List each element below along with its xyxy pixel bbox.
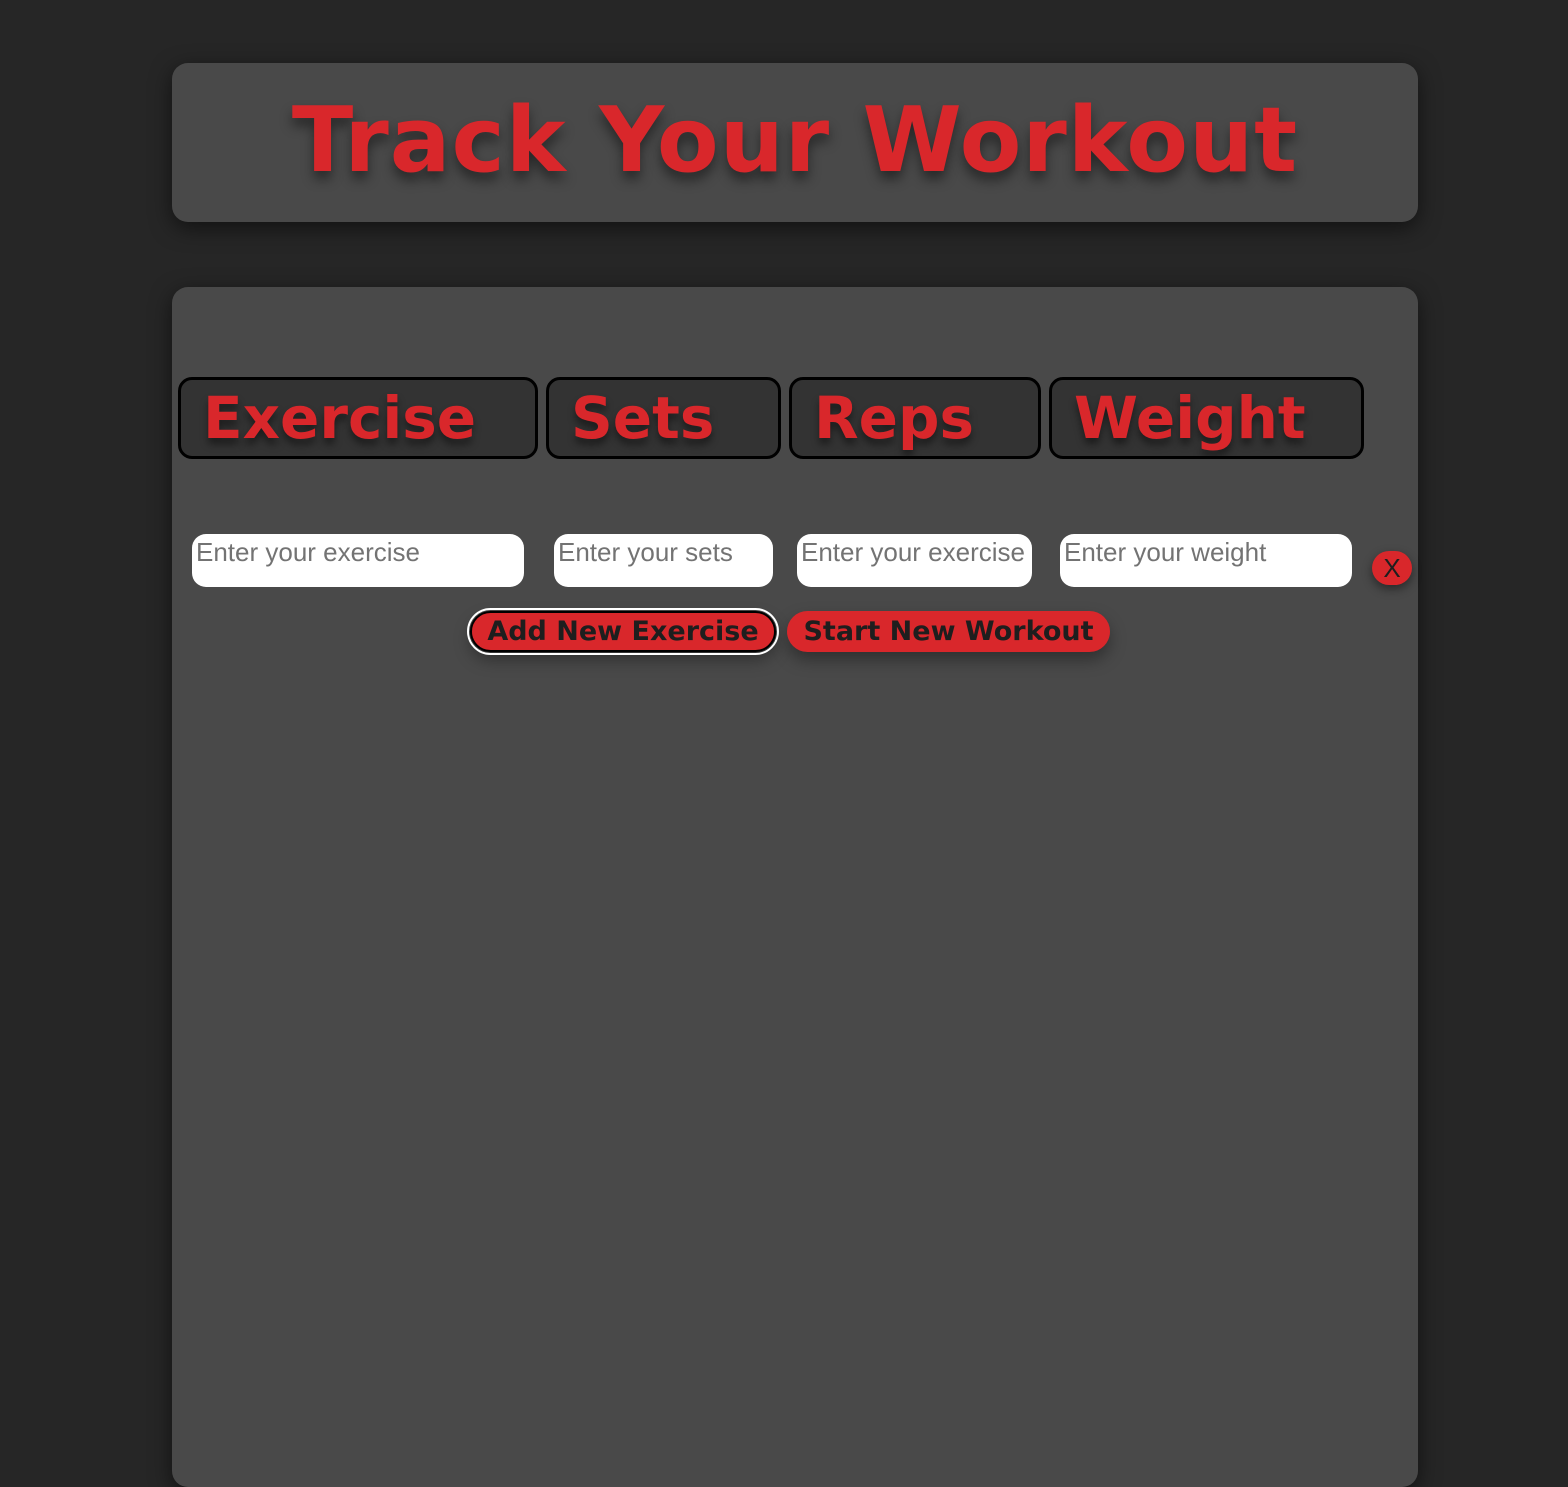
page-title: Track Your Workout bbox=[291, 87, 1299, 193]
reps-input[interactable] bbox=[797, 534, 1032, 587]
weight-input[interactable] bbox=[1060, 534, 1352, 587]
column-header-sets: Sets bbox=[546, 377, 781, 459]
exercise-input[interactable] bbox=[192, 534, 524, 587]
header-panel: Track Your Workout bbox=[172, 63, 1418, 222]
start-workout-button[interactable]: Start New Workout bbox=[787, 611, 1110, 652]
column-header-reps: Reps bbox=[789, 377, 1041, 459]
sets-input[interactable] bbox=[554, 534, 773, 587]
column-header-weight: Weight bbox=[1049, 377, 1364, 459]
column-header-exercise: Exercise bbox=[178, 377, 538, 459]
workout-panel: Exercise Sets Reps Weight X Add New Exer… bbox=[172, 287, 1418, 1487]
add-exercise-button[interactable]: Add New Exercise bbox=[467, 608, 779, 655]
remove-exercise-button[interactable]: X bbox=[1372, 551, 1412, 585]
